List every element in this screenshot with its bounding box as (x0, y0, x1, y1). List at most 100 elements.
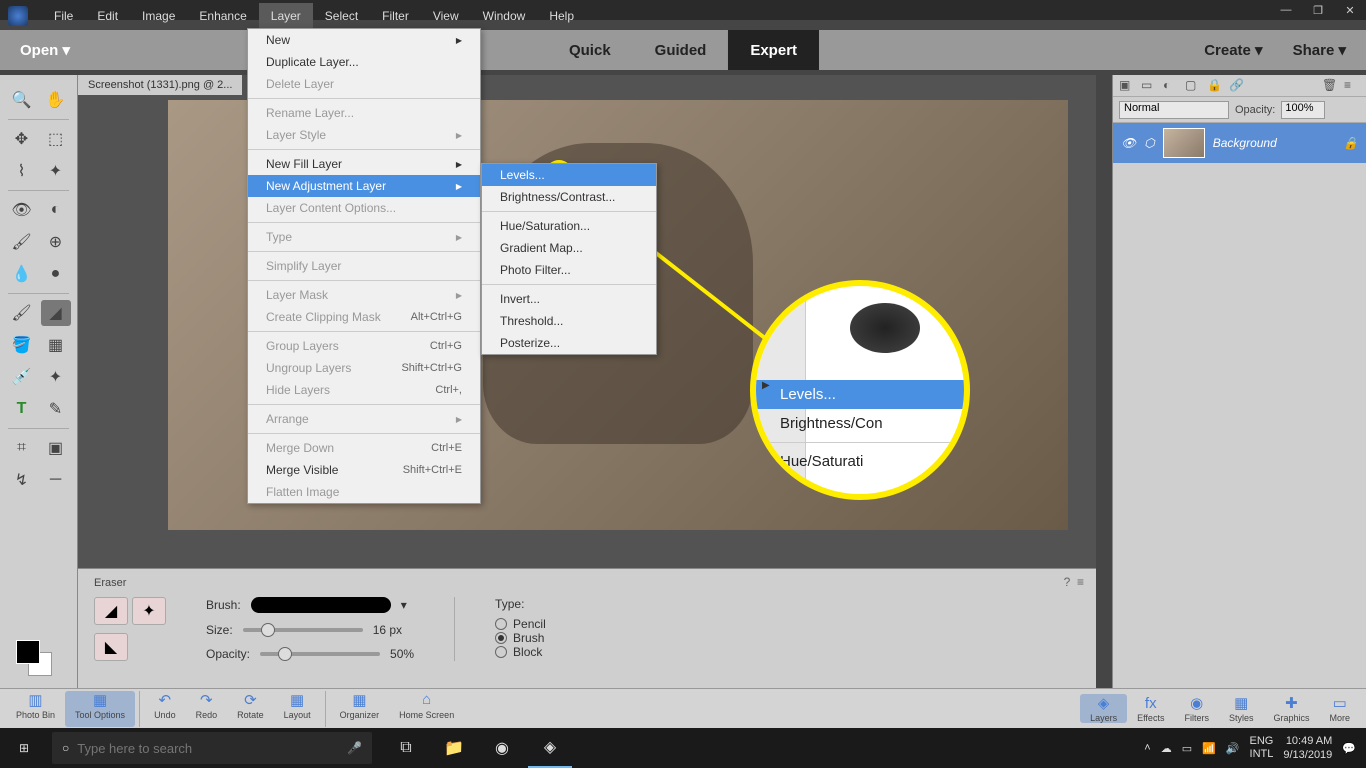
layer-menu-new-adjustment-layer[interactable]: New Adjustment Layer▶ (248, 175, 480, 197)
action-effects[interactable]: fxEffects (1127, 694, 1174, 723)
submenu-levels-[interactable]: Levels... (482, 164, 656, 186)
color-swatch[interactable] (16, 640, 52, 676)
marquee-tool[interactable]: ⬚ (41, 126, 71, 152)
trash-icon[interactable]: 🗑 (1322, 78, 1338, 94)
action-tool-options[interactable]: ▦Tool Options (65, 691, 135, 727)
submenu-hue-saturation-[interactable]: Hue/Saturation... (482, 215, 656, 237)
menu-help[interactable]: Help (537, 3, 586, 29)
menu-window[interactable]: Window (471, 3, 538, 29)
lock-icon[interactable]: 🔒 (1207, 78, 1223, 94)
submenu-gradient-map-[interactable]: Gradient Map... (482, 237, 656, 259)
spot-heal-tool[interactable]: ◐ (41, 197, 71, 223)
action-filters[interactable]: ◉Filters (1174, 694, 1219, 723)
menu-select[interactable]: Select (313, 3, 370, 29)
mask-icon[interactable]: ▢ (1185, 78, 1201, 94)
window-close[interactable]: ✕ (1336, 1, 1364, 19)
straighten-tool[interactable]: ─ (41, 467, 71, 493)
action-layers[interactable]: ◈Layers (1080, 694, 1127, 723)
menu-file[interactable]: File (42, 3, 85, 29)
share-button[interactable]: Share ▾ (1293, 41, 1346, 59)
new-layer-icon[interactable]: ▣ (1119, 78, 1135, 94)
battery-icon[interactable]: ▭ (1182, 742, 1192, 755)
mic-icon[interactable]: 🎤 (347, 741, 362, 755)
submenu-invert-[interactable]: Invert... (482, 288, 656, 310)
type-radio-brush[interactable]: Brush (495, 631, 546, 645)
tray-clock[interactable]: 10:49 AM9/13/2019 (1283, 734, 1332, 762)
eraser-mode-3[interactable]: ◣ (94, 633, 128, 661)
smart-brush-tool[interactable]: 🖌 (7, 229, 37, 255)
action-rotate[interactable]: ⟳Rotate (227, 691, 274, 727)
link-icon[interactable]: 🔗 (1229, 78, 1245, 94)
blur-tool[interactable]: 💧 (7, 261, 37, 287)
move-tool[interactable]: ✥ (7, 126, 37, 152)
type-radio-block[interactable]: Block (495, 645, 546, 659)
eyedropper-tool[interactable]: 💉 (7, 364, 37, 390)
adjustment-layer-icon[interactable]: ◐ (1163, 78, 1179, 94)
action-undo[interactable]: ↶Undo (144, 691, 186, 727)
crop-tool[interactable]: ⌗ (7, 435, 37, 461)
recompose-tool[interactable]: ▣ (41, 435, 71, 461)
eraser-tool[interactable]: ◢ (41, 300, 71, 326)
size-slider[interactable] (243, 628, 363, 632)
text-tool[interactable]: T (7, 396, 37, 422)
sponge-tool[interactable]: ● (41, 261, 71, 287)
quick-select-tool[interactable]: ✦ (41, 158, 71, 184)
menu-enhance[interactable]: Enhance (187, 3, 258, 29)
notifications-icon[interactable]: 💬 (1342, 742, 1356, 755)
submenu-posterize-[interactable]: Posterize... (482, 332, 656, 354)
lasso-tool[interactable]: ⌇ (7, 158, 37, 184)
menu-edit[interactable]: Edit (85, 3, 130, 29)
action-more[interactable]: ▭More (1319, 694, 1360, 723)
redeye-tool[interactable]: 👁 (7, 197, 37, 223)
open-button[interactable]: Open ▾ (0, 41, 90, 59)
shape-tool[interactable]: ✦ (41, 364, 71, 390)
layer-menu-merge-visible[interactable]: Merge VisibleShift+Ctrl+E (248, 459, 480, 481)
brush-tool[interactable]: 🖌 (7, 300, 37, 326)
submenu-brightness-contrast-[interactable]: Brightness/Contrast... (482, 186, 656, 208)
create-button[interactable]: Create ▾ (1204, 41, 1262, 59)
submenu-photo-filter-[interactable]: Photo Filter... (482, 259, 656, 281)
new-group-icon[interactable]: ▭ (1141, 78, 1157, 94)
action-photo-bin[interactable]: ▥Photo Bin (6, 691, 65, 727)
taskbar-search[interactable]: ○ 🎤 (52, 732, 372, 764)
help-icon[interactable]: ? (1064, 575, 1071, 589)
task-view-icon[interactable]: ⧉ (384, 728, 428, 768)
file-explorer-icon[interactable]: 📁 (432, 728, 476, 768)
start-button[interactable]: ⊞ (0, 728, 48, 768)
content-aware-tool[interactable]: ↯ (7, 467, 37, 493)
options-menu-icon[interactable]: ≡ (1077, 575, 1084, 589)
tray-kbd[interactable]: INTL (1250, 748, 1274, 761)
opacity-slider[interactable] (260, 652, 380, 656)
chrome-icon[interactable]: ◉ (480, 728, 524, 768)
pse-icon[interactable]: ◈ (528, 728, 572, 768)
wifi-icon[interactable]: 📶 (1202, 742, 1216, 755)
menu-image[interactable]: Image (130, 3, 187, 29)
mode-expert[interactable]: Expert (728, 30, 819, 70)
panel-menu-icon[interactable]: ≡ (1344, 78, 1360, 94)
menu-layer[interactable]: Layer (259, 3, 313, 29)
submenu-threshold-[interactable]: Threshold... (482, 310, 656, 332)
type-radio-pencil[interactable]: Pencil (495, 617, 546, 631)
eraser-mode-1[interactable]: ◢ (94, 597, 128, 625)
visibility-icon[interactable]: 👁 (1121, 136, 1136, 150)
zoom-tool[interactable]: 🔍 (7, 87, 37, 113)
action-home-screen[interactable]: ⌂Home Screen (389, 691, 464, 727)
menu-view[interactable]: View (421, 3, 471, 29)
gradient-tool[interactable]: ▦ (41, 332, 71, 358)
layer-menu-new-fill-layer[interactable]: New Fill Layer▶ (248, 153, 480, 175)
tray-up-icon[interactable]: ˄ (1144, 742, 1150, 754)
blend-mode-select[interactable]: Normal (1119, 101, 1229, 119)
hand-tool[interactable]: ✋ (41, 87, 71, 113)
pencil-tool[interactable]: ✎ (41, 396, 71, 422)
mode-guided[interactable]: Guided (633, 30, 729, 70)
action-layout[interactable]: ▦Layout (274, 691, 321, 727)
opacity-input[interactable]: 100% (1281, 101, 1325, 119)
search-input[interactable] (77, 741, 339, 756)
window-maximize[interactable]: ❐ (1304, 1, 1332, 19)
layer-menu-new[interactable]: New▶ (248, 29, 480, 51)
layer-item-background[interactable]: 👁 ⬡ Background 🔒 (1113, 123, 1366, 163)
clone-tool[interactable]: ⊕ (41, 229, 71, 255)
action-graphics[interactable]: ✚Graphics (1263, 694, 1319, 723)
onedrive-icon[interactable]: ☁ (1161, 742, 1172, 755)
eraser-mode-2[interactable]: ✦ (132, 597, 166, 625)
